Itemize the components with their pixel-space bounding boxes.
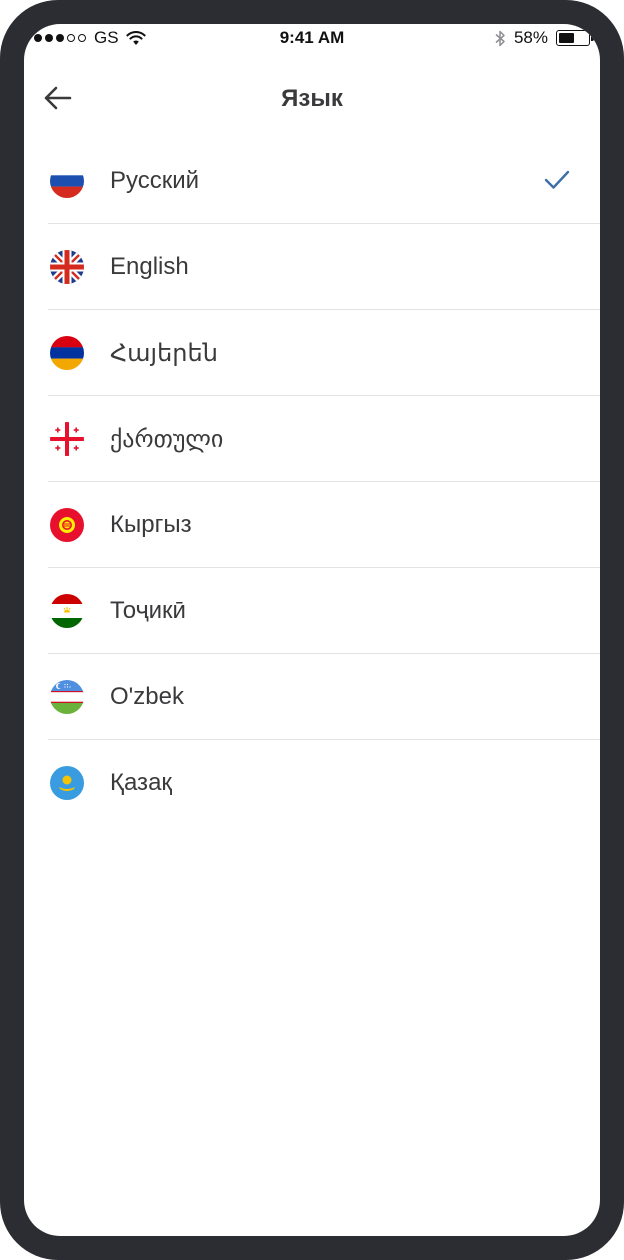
checkmark-icon [544, 170, 570, 189]
language-label: Қазақ [110, 769, 172, 796]
language-item-uzbek[interactable]: O'zbek [24, 654, 600, 740]
language-item-english[interactable]: English [24, 224, 600, 310]
language-label: English [110, 253, 189, 280]
language-list: Русский English Հայերեն ქართული Кыргыз Т… [24, 138, 600, 826]
status-right: 58% [495, 28, 594, 48]
language-label: O'zbek [110, 683, 184, 710]
uk-flag-icon [50, 250, 84, 284]
language-item-russian[interactable]: Русский [24, 138, 600, 224]
language-item-georgian[interactable]: ქართული [24, 396, 600, 482]
georgia-flag-icon [50, 422, 84, 456]
language-label: Русский [110, 167, 200, 194]
language-item-tajik[interactable]: Тоҷикӣ [24, 568, 600, 654]
language-item-kazakh[interactable]: Қазақ [24, 740, 600, 826]
bluetooth-icon [495, 30, 505, 46]
tajikistan-flag-icon [50, 594, 84, 628]
status-bar: GS 9:41 AM 58% [24, 24, 600, 54]
language-label: Кыргыз [110, 511, 192, 538]
language-label: Тоҷикӣ [110, 597, 186, 624]
language-item-armenian[interactable]: Հայերեն [24, 310, 600, 396]
kazakhstan-flag-icon [50, 766, 84, 800]
battery-fill [559, 33, 574, 43]
armenia-flag-icon [50, 336, 84, 370]
language-label: ქართული [110, 426, 224, 453]
device-frame: GS 9:41 AM 58% Язык Русский English Հայե… [0, 0, 624, 1260]
language-item-kyrgyz[interactable]: Кыргыз [24, 482, 600, 568]
battery-icon [556, 30, 594, 46]
russia-flag-icon [50, 164, 84, 198]
header: Язык [24, 68, 600, 128]
battery-percent: 58% [513, 28, 548, 47]
page-title: Язык [281, 85, 343, 112]
kyrgyzstan-flag-icon [50, 508, 84, 542]
screen: GS 9:41 AM 58% Язык Русский English Հայե… [24, 24, 600, 1236]
uzbekistan-flag-icon [50, 680, 84, 714]
language-label: Հայերեն [110, 340, 218, 367]
